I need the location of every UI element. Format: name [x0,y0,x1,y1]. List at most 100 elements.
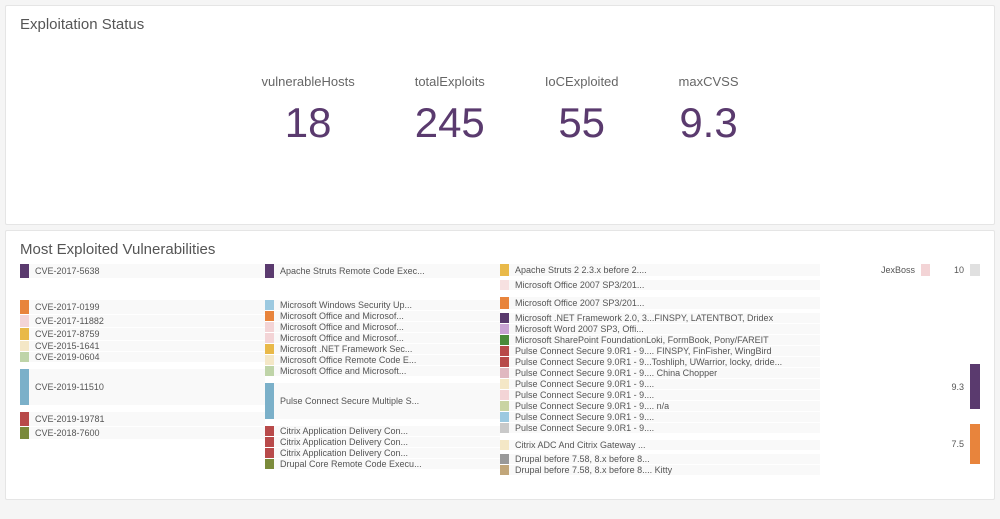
metric-value: 245 [415,99,485,147]
cvss-bar[interactable]: 9.3 [951,364,980,409]
sankey-col-cve: CVE-2017-5638 CVE-2017-0199 CVE-2017-11882… [20,264,265,484]
metric-total-exploits[interactable]: totalExploits 245 [415,74,485,147]
node-label: Pulse Connect Secure 9.0R1 - 9.... FINSP… [515,347,771,356]
sankey-node[interactable]: Pulse Connect Secure Multiple S... [265,383,500,419]
sankey-node[interactable]: Microsoft .NET Framework 2.0, 3...FINSPY… [500,313,820,323]
metric-label: totalExploits [415,74,485,89]
metric-value: 18 [262,99,355,147]
sankey-node[interactable]: Pulse Connect Secure 9.0R1 - 9.... n/a [500,401,820,411]
sankey-node[interactable]: CVE-2017-11882 [20,315,265,327]
color-swatch [20,300,29,314]
metric-vulnerable-hosts[interactable]: vulnerableHosts 18 [262,74,355,147]
node-label: Drupal before 7.58, 8.x before 8... [515,455,650,464]
node-label: Microsoft Office and Microsof... [280,334,404,343]
node-label: Microsoft .NET Framework 2.0, 3...FINSPY… [515,314,773,323]
node-label: Citrix Application Delivery Con... [280,438,408,447]
sankey-node[interactable]: Microsoft Office 2007 SP3/201... [500,297,820,309]
color-swatch [20,369,29,405]
color-swatch [500,346,509,356]
color-swatch [265,300,274,310]
node-label: Microsoft Office 2007 SP3/201... [515,281,644,290]
sankey-node[interactable]: Citrix Application Delivery Con... [265,448,500,458]
node-label: Apache Struts 2 2.3.x before 2.... [515,266,647,275]
node-label: Apache Struts Remote Code Exec... [280,267,425,276]
node-label: CVE-2017-0199 [35,303,100,312]
sankey-node[interactable]: Microsoft Office and Microsof... [265,322,500,332]
sankey-node[interactable]: Apache Struts 2 2.3.x before 2.... [500,264,820,276]
color-swatch [500,412,509,422]
sankey-node[interactable]: Pulse Connect Secure 9.0R1 - 9...Toshlip… [500,357,820,367]
color-swatch [265,322,274,332]
sankey-node[interactable]: CVE-2018-7600 [20,427,265,439]
sankey-node[interactable]: Microsoft Office Remote Code E... [265,355,500,365]
sankey-node[interactable]: Drupal Core Remote Code Execu... [265,459,500,469]
sankey-node[interactable]: Microsoft Windows Security Up... [265,300,500,310]
sankey-node[interactable]: Citrix Application Delivery Con... [265,437,500,447]
sankey-node[interactable]: CVE-2019-11510 [20,369,265,405]
sankey-node[interactable]: Microsoft .NET Framework Sec... [265,344,500,354]
color-swatch [20,264,29,278]
node-label: Pulse Connect Secure 9.0R1 - 9.... [515,391,654,400]
sankey-node[interactable]: Citrix Application Delivery Con... [265,426,500,436]
sankey-node[interactable]: Microsoft SharePoint FoundationLoki, For… [500,335,820,345]
sankey-col-product: Apache Struts 2 2.3.x before 2.... Micros… [500,264,820,484]
color-swatch [265,448,274,458]
sankey-node[interactable]: Drupal before 7.58, 8.x before 8... [500,454,820,464]
color-swatch [265,383,274,419]
node-label: Microsoft SharePoint FoundationLoki, For… [515,336,769,345]
color-swatch [265,459,274,469]
sankey-node[interactable]: CVE-2015-1641 [20,341,265,351]
status-title: Exploitation Status [6,6,994,39]
color-swatch [500,264,509,276]
color-swatch [500,297,509,309]
sankey-node[interactable]: Microsoft Office and Microsof... [265,311,500,321]
sankey-node[interactable]: Apache Struts Remote Code Exec... [265,264,500,278]
cvss-value: 7.5 [951,439,964,449]
metric-ioc-exploited[interactable]: IoCExploited 55 [545,74,619,147]
node-label: JexBoss [881,266,915,275]
node-label: Microsoft Office Remote Code E... [280,356,416,365]
sankey-node[interactable]: Microsoft Office and Microsoft... [265,366,500,376]
node-label: Pulse Connect Secure 9.0R1 - 9.... n/a [515,402,669,411]
color-swatch [20,341,29,351]
sankey-node[interactable]: Microsoft Office and Microsof... [265,333,500,343]
node-label: CVE-2019-0604 [35,353,100,362]
color-swatch [500,368,509,378]
sankey-node[interactable]: Pulse Connect Secure 9.0R1 - 9.... [500,412,820,422]
sankey-node[interactable]: Drupal before 7.58, 8.x before 8.... Kit… [500,465,820,475]
sankey-col-threat: JexBoss [820,264,930,484]
sankey-node[interactable]: Pulse Connect Secure 9.0R1 - 9.... China… [500,368,820,378]
color-swatch [265,311,274,321]
sankey-node[interactable]: CVE-2017-8759 [20,328,265,340]
sankey-title: Most Exploited Vulnerabilities [6,231,994,264]
sankey-node[interactable]: CVE-2017-5638 [20,264,265,278]
sankey-node[interactable]: Pulse Connect Secure 9.0R1 - 9.... [500,390,820,400]
metric-label: IoCExploited [545,74,619,89]
color-swatch [265,333,274,343]
cvss-bar[interactable]: 7.5 [951,424,980,464]
node-label: CVE-2017-5638 [35,267,100,276]
color-swatch [265,264,274,278]
sankey-node[interactable]: Microsoft Office 2007 SP3/201... [500,280,820,290]
node-label: Microsoft Office and Microsof... [280,312,404,321]
sankey-node[interactable]: CVE-2019-0604 [20,352,265,362]
sankey-node[interactable]: Pulse Connect Secure 9.0R1 - 9.... [500,423,820,433]
metrics-row: vulnerableHosts 18 totalExploits 245 IoC… [6,74,994,147]
sankey-chart[interactable]: CVE-2017-5638 CVE-2017-0199 CVE-2017-11882… [6,264,994,484]
node-label: Pulse Connect Secure 9.0R1 - 9.... [515,424,654,433]
metric-label: vulnerableHosts [262,74,355,89]
color-swatch [20,328,29,340]
color-swatch [265,355,274,365]
color-swatch [265,437,274,447]
sankey-node[interactable]: Microsoft Word 2007 SP3, Offi... [500,324,820,334]
sankey-node[interactable]: Citrix ADC And Citrix Gateway ... [500,440,820,450]
sankey-node[interactable]: Pulse Connect Secure 9.0R1 - 9.... [500,379,820,389]
cvss-bar[interactable]: 10 [954,264,980,276]
metric-max-cvss[interactable]: maxCVSS 9.3 [679,74,739,147]
sankey-node[interactable]: Pulse Connect Secure 9.0R1 - 9.... FINSP… [500,346,820,356]
sankey-threat-node[interactable]: JexBoss [820,264,930,276]
sankey-node[interactable]: CVE-2017-0199 [20,300,265,314]
sankey-node[interactable]: CVE-2019-19781 [20,412,265,426]
node-label: Citrix ADC And Citrix Gateway ... [515,441,646,450]
node-label: Microsoft Windows Security Up... [280,301,412,310]
